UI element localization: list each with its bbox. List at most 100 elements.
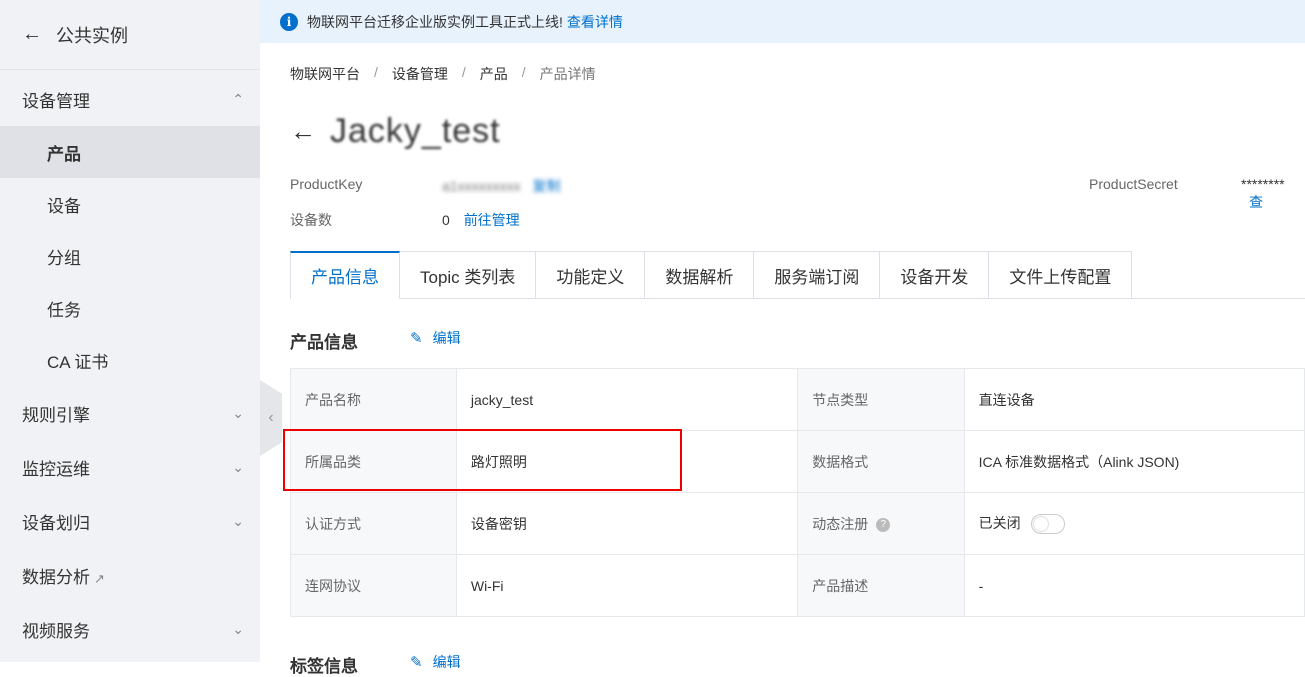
manage-devices-link[interactable]: 前往管理 [464,212,520,228]
page-title-row: ← Jacky_test [290,112,501,151]
tab-device-development[interactable]: 设备开发 [880,251,990,299]
chevron-down-icon: ⌄ [232,458,244,475]
sidebar-group-device-mgmt[interactable]: 设备管理 ⌃ [0,72,260,126]
tab-function-definition[interactable]: 功能定义 [536,251,646,299]
sidebar-item-task[interactable]: 任务 [0,282,260,334]
field-label: 产品名称 [290,368,457,431]
field-label: 动态注册 [812,515,869,532]
breadcrumb-separator: / [521,64,526,80]
sidebar-item-label: 任务 [47,300,81,320]
tab-server-subscription[interactable]: 服务端订阅 [754,251,881,299]
chevron-up-icon: ⌃ [232,90,244,107]
edit-label: 编辑 [432,330,461,346]
edit-label: 编辑 [432,654,461,670]
table-row: 认证方式 设备密钥 动态注册? 已关闭 [290,492,1305,555]
notice-link[interactable]: 查看详情 [567,12,623,32]
product-key-label: ProductKey [290,176,363,192]
tab-file-upload-config[interactable]: 文件上传配置 [989,251,1133,299]
breadcrumb-item[interactable]: 设备管理 [392,64,448,84]
next-section-edit-button[interactable]: ✎ 编辑 [410,652,461,672]
notice-banner: i 物联网平台迁移企业版实例工具正式上线! 查看详情 [260,0,1305,43]
back-arrow-icon[interactable]: ← [290,116,316,147]
sidebar-group-label: 监控运维 [22,459,90,479]
sidebar-group-analytics[interactable]: 数据分析 ↗ [0,548,260,602]
section-title: 产品信息 [290,333,358,352]
tab-bar: 产品信息 Topic 类列表 功能定义 数据解析 服务端订阅 设备开发 文件上传… [290,251,1133,299]
field-value: Wi-Fi [455,554,799,617]
sidebar-group-assign[interactable]: 设备划归 ⌄ [0,494,260,548]
field-label: 节点类型 [797,368,965,431]
sidebar-item-label: CA 证书 [47,352,109,372]
field-value: ICA 标准数据格式（Alink JSON) [963,430,1305,493]
breadcrumb-item[interactable]: 物联网平台 [290,64,360,84]
device-count-value: 0 [442,212,450,228]
sidebar-item-ca-cert[interactable]: CA 证书 [0,334,260,386]
sidebar-group-label: 数据分析 ↗ [22,563,105,588]
field-value: 设备密钥 [455,492,799,555]
sidebar-item-label: 产品 [47,144,81,164]
field-label-with-help: 动态注册? [797,492,965,555]
back-to-instance[interactable]: ← 公共实例 [0,0,260,70]
sidebar-group-monitor[interactable]: 监控运维 ⌄ [0,440,260,494]
product-key-row: a1xxxxxxxxx 复制 [442,176,560,196]
pencil-icon: ✎ [410,654,423,671]
sidebar-item-device[interactable]: 设备 [0,178,260,230]
product-secret-value: ******** [1241,176,1285,192]
tab-topic-list[interactable]: Topic 类列表 [400,251,537,299]
sidebar-group-rules[interactable]: 规则引擎 ⌄ [0,386,260,440]
sidebar: ← 公共实例 设备管理 ⌃ 产品 设备 分组 任务 CA 证书 规则引擎 ⌄ 监… [0,0,260,662]
main-content: i 物联网平台迁移企业版实例工具正式上线! 查看详情 物联网平台 / 设备管理 … [260,0,1305,676]
chevron-down-icon: ⌄ [232,620,244,637]
notice-text: 物联网平台迁移企业版实例工具正式上线! [307,13,563,30]
analytics-label: 数据分析 [22,567,90,587]
field-value: - [963,554,1305,617]
chevron-down-icon: ⌄ [232,512,244,529]
table-row: 连网协议 Wi-Fi 产品描述 - [290,554,1305,617]
next-section-title: 标签信息 [290,657,358,676]
view-secret-link[interactable]: 查 [1249,194,1263,210]
table-row: 产品名称 jacky_test 节点类型 直连设备 [290,368,1305,431]
field-label: 认证方式 [290,492,457,555]
sidebar-item-product[interactable]: 产品 [0,126,260,178]
sidebar-group-label: 视频服务 [22,621,90,641]
device-count-label: 设备数 [290,212,332,228]
field-label: 产品描述 [797,554,965,617]
help-icon[interactable]: ? [876,517,891,532]
sidebar-item-group[interactable]: 分组 [0,230,260,282]
pencil-icon: ✎ [410,330,423,347]
highlight-box [283,429,682,491]
field-label: 数据格式 [797,430,965,493]
edit-button[interactable]: ✎ 编辑 [410,328,461,348]
product-secret-row: ******** 查 [1241,176,1305,212]
product-secret-label: ProductSecret [1089,176,1178,192]
tab-product-info[interactable]: 产品信息 [290,251,400,299]
sidebar-group-label: 设备管理 [22,91,90,111]
sidebar-group-label: 规则引擎 [22,405,90,425]
breadcrumb-current: 产品详情 [539,66,596,82]
field-value-with-toggle: 已关闭 [963,492,1305,555]
chevron-down-icon: ⌄ [232,404,244,421]
dynamic-register-toggle[interactable] [1030,514,1065,535]
field-value: jacky_test [455,368,799,431]
field-label: 连网协议 [290,554,457,617]
info-icon: i [280,12,298,31]
copy-button[interactable]: 复制 [532,178,560,194]
sidebar-group-video[interactable]: 视频服务 ⌄ [0,602,260,656]
breadcrumb-item[interactable]: 产品 [480,64,508,84]
device-count-row: 0 前往管理 [442,210,520,230]
field-value: 已关闭 [978,514,1021,531]
breadcrumb: 物联网平台 / 设备管理 / 产品 / 产品详情 [290,64,596,84]
breadcrumb-separator: / [374,64,378,80]
back-label: 公共实例 [56,25,128,46]
sidebar-item-label: 分组 [47,248,81,268]
sidebar-item-label: 设备 [47,196,81,216]
breadcrumb-separator: / [461,64,466,80]
product-info-table: 产品名称 jacky_test 节点类型 直连设备 所属品类 路灯照明 数据格式… [290,368,1305,617]
sidebar-group-label: 设备划归 [22,513,90,533]
field-value: 直连设备 [963,368,1305,431]
page-title: Jacky_test [330,112,501,150]
tab-data-parsing[interactable]: 数据解析 [645,251,755,299]
external-link-icon: ↗ [94,570,105,586]
product-key-value: a1xxxxxxxxx [442,178,521,194]
arrow-left-icon: ← [22,23,42,45]
